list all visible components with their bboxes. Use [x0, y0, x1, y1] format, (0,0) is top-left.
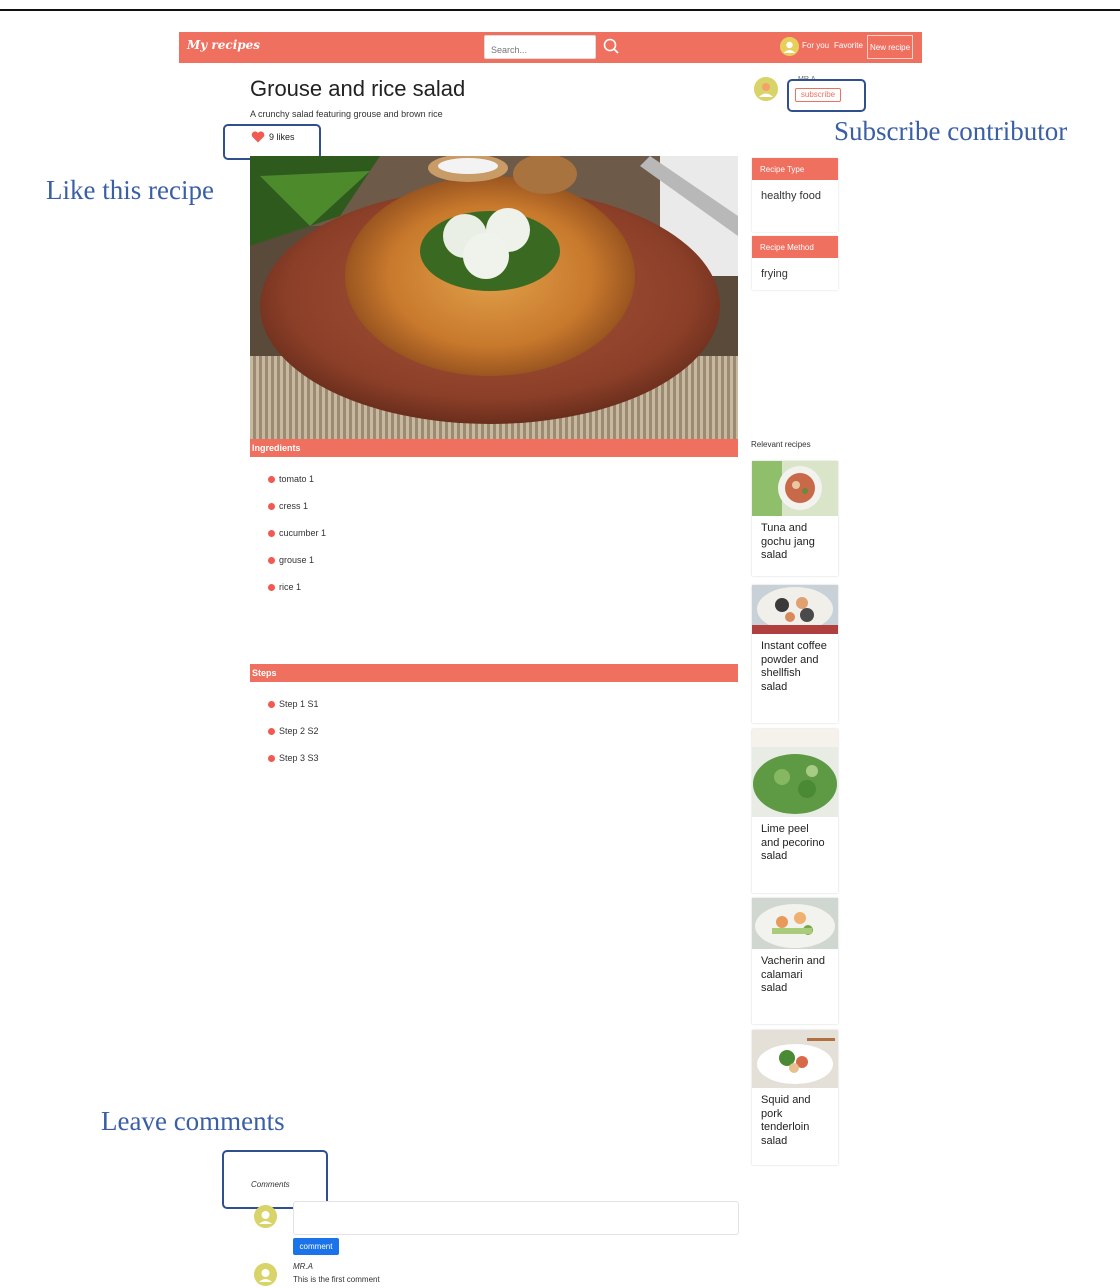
- recipe-type-value: healthy food: [761, 190, 821, 202]
- bullet-icon: [268, 502, 275, 510]
- relevant-recipe-card[interactable]: Instant coffee powder and shellfish sala…: [752, 585, 838, 723]
- navbar: My recipes For you Favorite New recipe: [179, 32, 922, 63]
- search-icon[interactable]: [603, 38, 619, 54]
- bullet-icon: [268, 700, 275, 708]
- recipe-method-header: Recipe Method: [752, 236, 838, 258]
- top-divider: [0, 9, 1120, 11]
- recipe-method-card: Recipe Method frying: [752, 236, 838, 290]
- ingredient-item: grouse 1: [268, 555, 314, 565]
- step-item: Step 3 S3: [268, 753, 319, 763]
- bullet-icon: [268, 556, 275, 564]
- steps-header: Steps: [250, 664, 738, 682]
- search-input[interactable]: [484, 35, 596, 59]
- new-recipe-button[interactable]: New recipe: [867, 35, 913, 59]
- relevant-recipe-photo: [752, 585, 838, 634]
- ingredient-item: tomato 1: [268, 474, 314, 484]
- annotation-like: Like this recipe: [46, 175, 214, 205]
- relevant-recipe-photo: [752, 461, 838, 516]
- bullet-icon: [268, 727, 275, 735]
- bullet-icon: [268, 754, 275, 762]
- comment-text: This is the first comment: [293, 1275, 380, 1284]
- ingredients-header: Ingredients: [250, 439, 738, 457]
- current-user-avatar: [254, 1205, 277, 1228]
- commenter-avatar: [254, 1263, 277, 1286]
- brand-logo[interactable]: My recipes: [187, 38, 260, 52]
- comment-author: MR.A: [293, 1262, 313, 1271]
- relevant-recipe-photo: [752, 898, 838, 949]
- recipe-title: Grouse and rice salad: [250, 76, 466, 101]
- relevant-recipes-title: Relevant recipes: [751, 440, 811, 449]
- relevant-recipe-name[interactable]: Vacherin and calamari salad: [752, 949, 838, 1002]
- relevant-recipe-card[interactable]: Tuna and gochu jang salad: [752, 461, 838, 576]
- relevant-recipe-name[interactable]: Lime peel and pecorino salad: [752, 817, 838, 870]
- step-item: Step 1 S1: [268, 699, 319, 709]
- step-item: Step 2 S2: [268, 726, 319, 736]
- recipe-photo: [250, 156, 738, 439]
- relevant-recipe-name[interactable]: Tuna and gochu jang salad: [752, 516, 838, 569]
- recipe-method-value: frying: [761, 268, 788, 280]
- ingredient-item: cress 1: [268, 501, 308, 511]
- recipe-type-card: Recipe Type healthy food: [752, 158, 838, 232]
- bullet-icon: [268, 475, 275, 483]
- relevant-recipe-photo: [752, 1030, 838, 1088]
- annotation-comments: Leave comments: [101, 1106, 285, 1136]
- relevant-recipe-name[interactable]: Squid and pork tenderloin salad: [752, 1088, 838, 1154]
- like-highlight-box: [223, 124, 321, 160]
- recipe-type-header: Recipe Type: [752, 158, 838, 180]
- author-avatar[interactable]: [754, 77, 778, 101]
- relevant-recipe-name[interactable]: Instant coffee powder and shellfish sala…: [752, 634, 838, 700]
- ingredient-item: cucumber 1: [268, 528, 326, 538]
- comments-title: Comments: [251, 1180, 290, 1189]
- bullet-icon: [268, 583, 275, 591]
- annotation-subscribe: Subscribe contributor: [834, 116, 1068, 146]
- relevant-recipe-photo: [752, 729, 838, 817]
- relevant-recipe-card[interactable]: Lime peel and pecorino salad: [752, 729, 838, 893]
- relevant-recipe-card[interactable]: Squid and pork tenderloin salad: [752, 1030, 838, 1165]
- comment-input[interactable]: [293, 1201, 739, 1235]
- comment-button[interactable]: comment: [293, 1238, 339, 1255]
- ingredient-item: rice 1: [268, 582, 301, 592]
- user-avatar[interactable]: [780, 37, 799, 56]
- relevant-recipe-card[interactable]: Vacherin and calamari salad: [752, 898, 838, 1024]
- nav-for-you[interactable]: For you: [802, 41, 829, 50]
- subscribe-highlight-box: [787, 79, 866, 112]
- nav-favorite[interactable]: Favorite: [834, 41, 863, 50]
- recipe-subtitle: A crunchy salad featuring grouse and bro…: [250, 109, 443, 119]
- bullet-icon: [268, 529, 275, 537]
